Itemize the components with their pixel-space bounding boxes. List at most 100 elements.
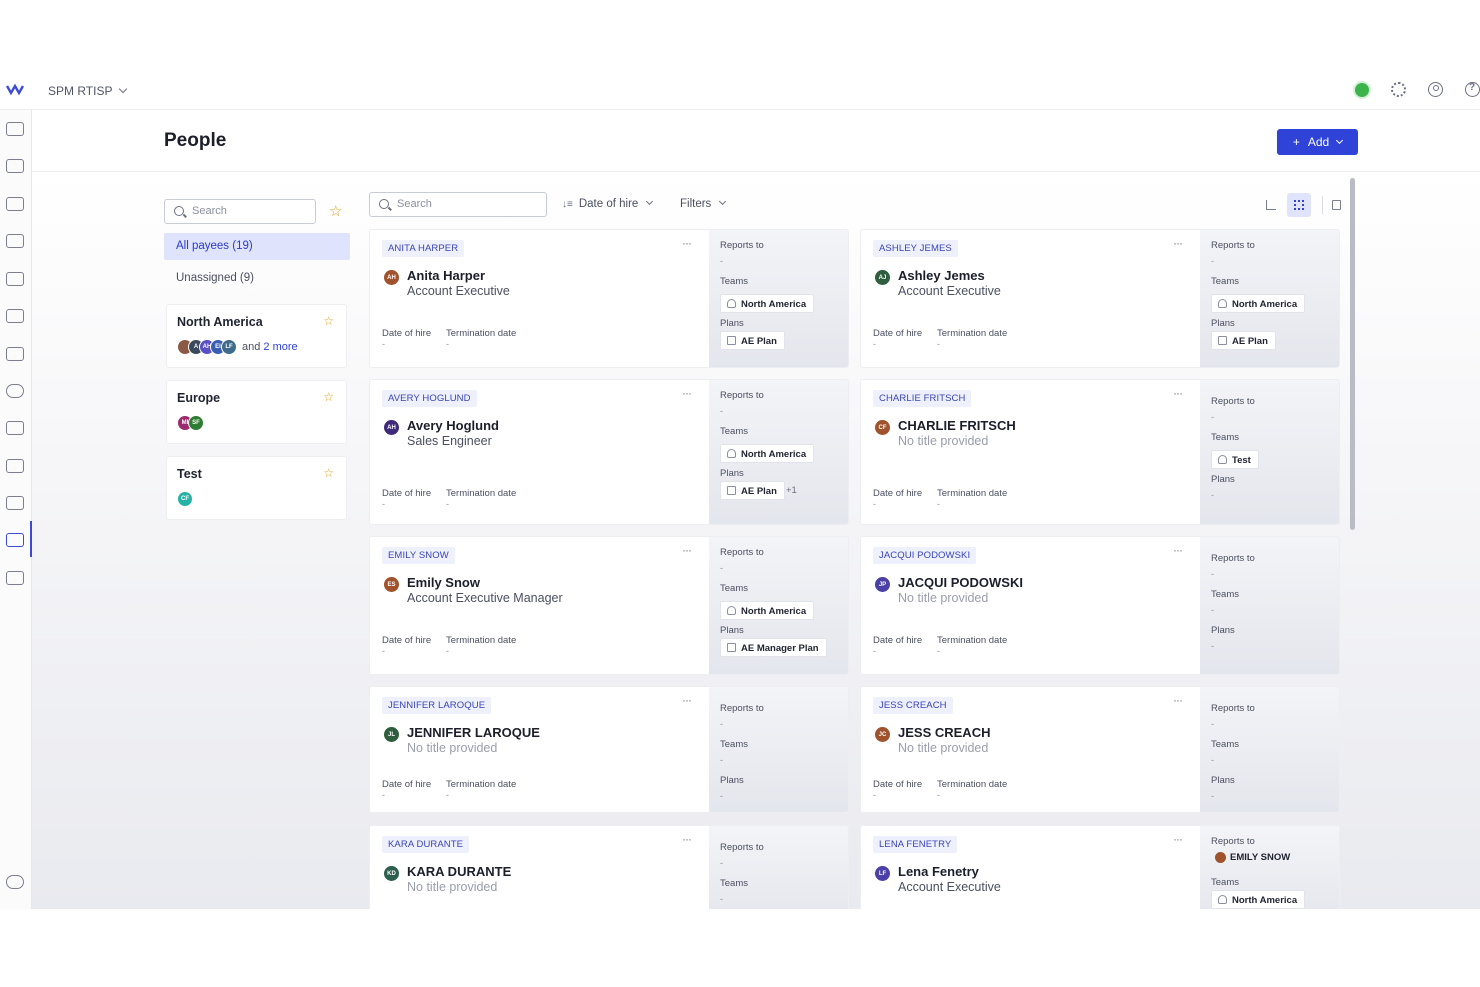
person-card[interactable]: LENA FENETRY ··· LF Lena Fenetry Account Exe… [860, 825, 1340, 909]
user-account-icon[interactable] [1428, 82, 1443, 97]
search-icon [174, 206, 184, 216]
team-chip[interactable]: Test [1211, 450, 1259, 469]
person-name[interactable]: CHARLIE FRITSCH [898, 418, 1016, 433]
people-search-input[interactable]: Search [369, 192, 547, 217]
grid-view-button[interactable] [1287, 193, 1311, 217]
person-card[interactable]: JESS CREACH ··· JC JESS CREACH No title prov… [860, 686, 1340, 813]
tasks-icon[interactable] [6, 159, 24, 173]
avatar [1215, 852, 1226, 863]
person-name[interactable]: JESS CREACH [898, 725, 990, 740]
more-options-icon[interactable]: ··· [682, 693, 692, 707]
person-name[interactable]: Lena Fenetry [898, 864, 979, 879]
person-title: No title provided [407, 880, 498, 894]
workflow-icon[interactable] [6, 234, 24, 248]
person-card-details: Reports to - Teams North America Plans AE Pla… [1200, 230, 1339, 367]
help-icon[interactable] [1465, 82, 1480, 97]
export-button[interactable] [1325, 193, 1349, 217]
team-chip[interactable]: North America [1211, 890, 1306, 909]
more-options-icon[interactable]: ··· [1173, 543, 1183, 557]
group-unassigned[interactable]: Unassigned (9) [176, 272, 254, 284]
team-chip[interactable]: North America [720, 601, 815, 620]
person-card[interactable]: ASHLEY JEMES ··· AJ Ashley Jemes Account Exe… [860, 229, 1340, 368]
reports-icon[interactable] [6, 197, 24, 211]
person-card[interactable]: CHARLIE FRITSCH ··· CF CHARLIE FRITSCH No ti… [860, 379, 1340, 525]
more-options-icon[interactable]: ··· [682, 236, 692, 250]
team-icon [1218, 895, 1227, 904]
avatar: LF [221, 339, 237, 355]
filters-dropdown[interactable]: Filters [680, 197, 727, 210]
termination-date-label: Termination date [446, 779, 517, 790]
team-chip[interactable]: North America [720, 294, 815, 313]
settings-gear-icon[interactable] [1391, 82, 1406, 97]
team-chip[interactable]: North America [720, 444, 815, 463]
reports-to-chip[interactable]: EMILY SNOW [1211, 848, 1297, 867]
date-of-hire-label: Date of hire [382, 779, 432, 790]
plans-more-count[interactable]: +1 [786, 485, 797, 496]
termination-date-label: Termination date [446, 328, 517, 339]
more-options-icon[interactable]: ··· [1173, 386, 1183, 400]
favorites-star-icon[interactable]: ☆ [329, 202, 342, 220]
activity-icon[interactable] [6, 384, 24, 398]
team-icon [727, 606, 736, 615]
termination-date-label: Termination date [937, 488, 1008, 499]
teams-label: Teams [720, 276, 748, 287]
person-card[interactable]: ANITA HARPER ··· AH Anita Harper Account Exe… [369, 229, 849, 368]
group-all-payees[interactable]: All payees (19) [164, 233, 350, 260]
person-name[interactable]: Ashley Jemes [898, 268, 985, 283]
scrollbar[interactable] [1350, 178, 1355, 530]
hierarchy-view-button[interactable] [1259, 193, 1283, 217]
person-card[interactable]: JACQUI PODOWSKI ··· JP JACQUI PODOWSKI No ti… [860, 536, 1340, 675]
edit-icon[interactable] [6, 459, 24, 473]
group-search-input[interactable]: Search [164, 199, 316, 224]
database-icon[interactable] [6, 496, 24, 510]
more-options-icon[interactable]: ··· [682, 543, 692, 557]
dashboard-icon[interactable] [6, 272, 24, 286]
person-name[interactable]: JENNIFER LAROQUE [407, 725, 540, 740]
person-card-main: EMILY SNOW ··· ES Emily Snow Account Executi… [370, 537, 709, 674]
favorite-star-icon[interactable]: ☆ [323, 466, 334, 480]
favorite-star-icon[interactable]: ☆ [323, 390, 334, 404]
more-options-icon[interactable]: ··· [682, 386, 692, 400]
person-card[interactable]: JENNIFER LAROQUE ··· JL JENNIFER LAROQUE No … [369, 686, 849, 813]
person-name[interactable]: Avery Hoglund [407, 418, 499, 433]
toolbar-divider [1322, 196, 1323, 214]
more-members-link[interactable]: 2 more [263, 341, 297, 353]
team-chip[interactable]: North America [1211, 294, 1306, 313]
home-icon[interactable] [6, 122, 24, 136]
plan-chip-label: AE Plan [1232, 336, 1268, 347]
person-card-main: LENA FENETRY ··· LF Lena Fenetry Account Exe… [861, 826, 1200, 909]
plan-chip[interactable]: AE Manager Plan [720, 638, 827, 657]
settings-icon[interactable] [6, 347, 24, 361]
favorite-star-icon[interactable]: ☆ [323, 314, 334, 328]
sliders-icon[interactable] [6, 875, 24, 889]
workspace-switcher[interactable]: SPM RTISP [48, 84, 128, 98]
reports-to-label: Reports to [720, 547, 764, 558]
team-card[interactable]: North America ☆ A AH EI LF and 2 more [166, 304, 347, 368]
person-name[interactable]: JACQUI PODOWSKI [898, 575, 1023, 590]
documents-icon[interactable] [6, 571, 24, 585]
status-indicator-icon [1355, 82, 1369, 97]
team-card[interactable]: Test ☆ CF [166, 456, 347, 520]
person-title: Sales Engineer [407, 434, 492, 448]
team-card[interactable]: Europe ☆ MI SF [166, 380, 347, 444]
more-options-icon[interactable]: ··· [1173, 693, 1183, 707]
person-name[interactable]: KARA DURANTE [407, 864, 511, 879]
people-icon[interactable] [6, 533, 24, 547]
plan-chip[interactable]: AE Plan [1211, 331, 1276, 350]
plan-chip[interactable]: AE Plan [720, 331, 785, 350]
more-options-icon[interactable]: ··· [1173, 236, 1183, 250]
person-name[interactable]: Emily Snow [407, 575, 480, 590]
plan-chip[interactable]: AE Plan [720, 481, 785, 500]
person-card-details: Reports to - Teams North America Plans AE Pla… [709, 380, 848, 524]
more-options-icon[interactable]: ··· [1173, 832, 1183, 846]
person-card[interactable]: AVERY HOGLUND ··· AH Avery Hoglund Sales Eng… [369, 379, 849, 525]
person-card[interactable]: EMILY SNOW ··· ES Emily Snow Account Executi… [369, 536, 849, 675]
more-options-icon[interactable]: ··· [682, 832, 692, 846]
person-card[interactable]: KARA DURANTE ··· KD KARA DURANTE No title pr… [369, 825, 849, 909]
person-name[interactable]: Anita Harper [407, 268, 485, 283]
app-logo-icon[interactable] [6, 83, 24, 97]
balance-icon[interactable] [6, 421, 24, 435]
add-button[interactable]: + Add [1277, 129, 1358, 155]
sort-dropdown[interactable]: ↓≡ Date of hire [562, 197, 654, 210]
calendar-icon[interactable] [6, 309, 24, 323]
